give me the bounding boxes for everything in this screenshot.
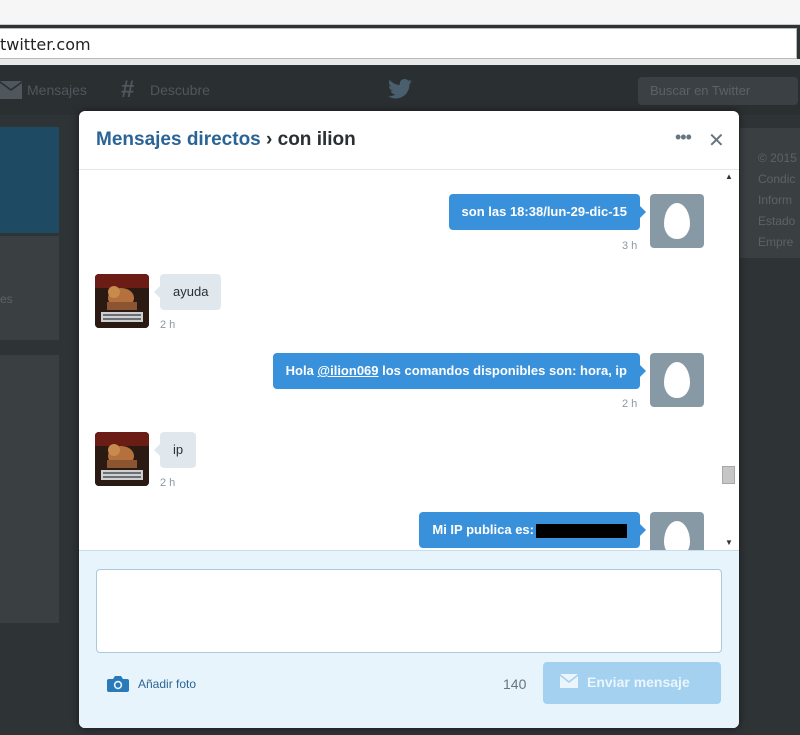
send-message-button[interactable]: Enviar mensaje	[543, 662, 721, 704]
trends-panel	[0, 355, 59, 623]
more-dots-icon[interactable]: •••	[675, 127, 692, 148]
nav-messages[interactable]: Mensajes	[27, 82, 87, 98]
cat-robot-image	[95, 274, 149, 328]
search-input[interactable]: Buscar en Twitter	[638, 77, 798, 105]
message-bubble-incoming: ayuda	[153, 274, 222, 310]
redacted-ip	[536, 523, 627, 538]
modal-title: Mensajes directos › con ilion	[96, 129, 356, 151]
message-timestamp: 2 h	[622, 398, 638, 410]
avatar-ilion[interactable]	[95, 432, 149, 486]
nav-discover[interactable]: Descubre	[150, 82, 210, 98]
footer-links: © 2015 Condic Inform Estado Empre	[758, 148, 797, 253]
scroll-thumb[interactable]	[722, 466, 735, 484]
footer-line[interactable]: Empre	[758, 232, 797, 253]
message-composer: Añadir foto 140 Enviar mensaje	[79, 550, 739, 728]
scroll-down-arrow-icon[interactable]: ▼	[725, 538, 733, 547]
message-bubble-incoming: ip	[153, 432, 197, 468]
message-text: los comandos disponibles son: hora, ip	[378, 363, 627, 378]
dm-inbox-link[interactable]: Mensajes directos	[96, 129, 261, 150]
close-icon[interactable]: ✕	[708, 128, 725, 153]
message-bubble-outgoing: Hola @ilion069 los comandos disponibles …	[272, 353, 647, 389]
send-button-label: Enviar mensaje	[587, 674, 690, 690]
footer-line: © 2015	[758, 151, 797, 165]
conversation-partner: › con ilion	[260, 129, 356, 150]
hashtag-icon[interactable]: #	[121, 76, 134, 104]
message-timestamp: 3 h	[622, 240, 638, 252]
message-input[interactable]	[96, 569, 722, 653]
camera-icon	[107, 676, 129, 692]
search-placeholder: Buscar en Twitter	[650, 83, 751, 98]
conversation-scrollbar[interactable]: ▲ ▼	[719, 170, 739, 550]
direct-messages-modal: Mensajes directos › con ilion ••• ✕ son …	[79, 111, 739, 728]
message-timestamp: 2 h	[160, 319, 176, 331]
footer-line[interactable]: Estado	[758, 211, 797, 232]
message-text: Mi IP publica es:	[432, 522, 534, 537]
address-bar[interactable]: twitter.com	[0, 28, 797, 59]
message-bubble-outgoing: son las 18:38/lun-29-dic-15	[448, 194, 647, 230]
envelope-icon[interactable]	[0, 81, 22, 99]
message-timestamp: 2 h	[160, 477, 176, 489]
avatar-egg-icon[interactable]	[650, 194, 704, 248]
cat-robot-image	[95, 432, 149, 486]
conversation-list: son las 18:38/lun-29-dic-15 3 h ayuda 2 …	[79, 170, 719, 550]
envelope-icon	[560, 674, 578, 688]
footer-line[interactable]: Inform	[758, 190, 797, 211]
add-photo-label: Añadir foto	[138, 677, 197, 691]
profile-card-stats	[0, 236, 59, 340]
profile-card-header	[0, 127, 59, 233]
mention-link[interactable]: @ilion069	[317, 363, 378, 378]
modal-header: Mensajes directos › con ilion ••• ✕	[79, 111, 739, 170]
scroll-up-arrow-icon[interactable]: ▲	[725, 172, 733, 181]
message-bubble-outgoing: Mi IP publica es:	[419, 512, 646, 548]
browser-toolbar	[0, 0, 800, 25]
avatar-egg-icon[interactable]	[650, 512, 704, 550]
sidebar-left-fragment: es	[0, 292, 13, 306]
avatar-ilion[interactable]	[95, 274, 149, 328]
address-bar-url: twitter.com	[0, 35, 91, 54]
character-counter: 140	[503, 676, 527, 692]
avatar-egg-icon[interactable]	[650, 353, 704, 407]
message-text: Hola	[285, 363, 318, 378]
footer-line[interactable]: Condic	[758, 169, 797, 190]
twitter-bird-icon[interactable]	[388, 79, 412, 99]
